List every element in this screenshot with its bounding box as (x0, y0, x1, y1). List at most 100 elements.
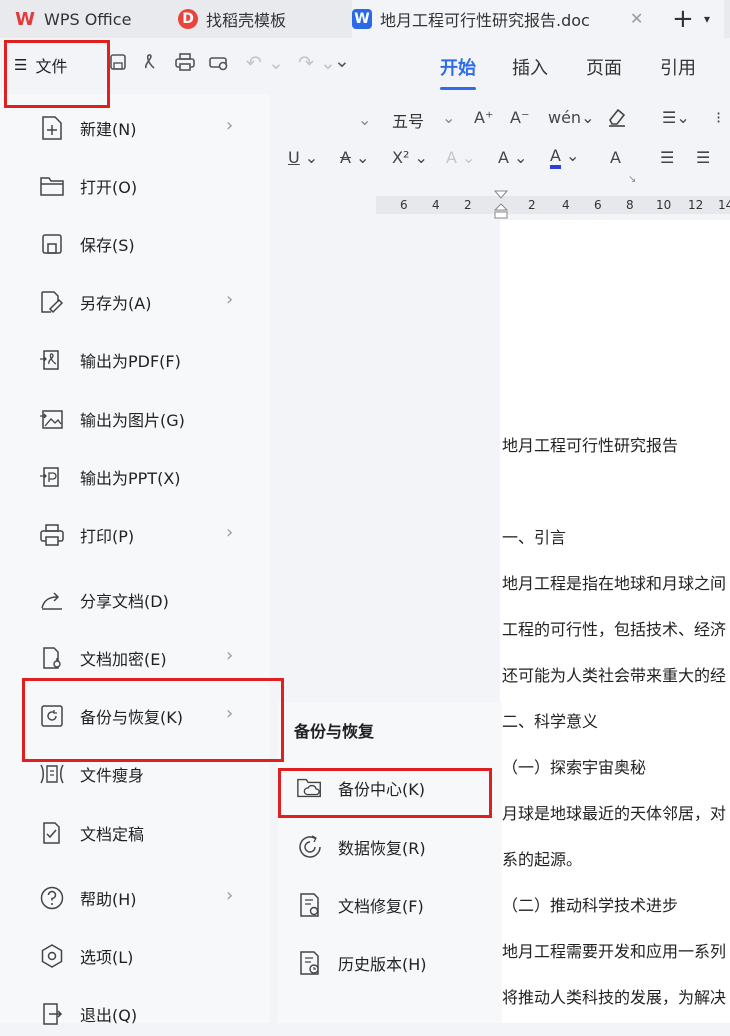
doc-heading: 一、引言 (502, 528, 567, 547)
ruler-tick: 6 (400, 198, 408, 212)
doc-subheading: （一）探索宇宙奥秘 (502, 758, 647, 777)
highlight-box-backup-restore (22, 678, 284, 762)
history-version-icon (296, 949, 324, 977)
font-color-icon[interactable]: A ⌄ (550, 146, 579, 169)
menu-item-export-ppt[interactable]: 输出为PPT(X) (22, 455, 262, 499)
tab-label: 地月工程可行性研究报告.doc (380, 11, 590, 30)
clear-format-icon[interactable] (606, 106, 628, 128)
tab-reference[interactable]: 引用 (660, 54, 696, 80)
chevron-right-icon: › (226, 522, 234, 543)
chevron-right-icon: › (226, 885, 234, 906)
doc-paragraph-line: 还可能为人类社会带来重大的经 (502, 666, 727, 685)
doc-paragraph-line: 地月工程需要开发和应用一系列 (502, 942, 727, 961)
menu-item-open[interactable]: 打开(O) (22, 164, 262, 208)
save-as-icon (38, 288, 66, 316)
doc-heading: 二、科学意义 (502, 712, 599, 731)
menu-item-share[interactable]: 分享文档(D) (22, 578, 262, 622)
ruler-tick: 6 (594, 198, 602, 212)
share-icon (38, 586, 66, 614)
superscript-icon[interactable]: X² ⌄ (392, 148, 428, 167)
tab-label: 找稻壳模板 (206, 11, 287, 30)
menu-item-encrypt[interactable]: 文档加密(E) › (22, 636, 262, 680)
ruler-tick: 2 (528, 198, 536, 212)
doc-title: 地月工程可行性研究报告 (502, 436, 679, 455)
highlight-icon[interactable]: A ⌄ (498, 148, 527, 167)
export-image-icon (38, 405, 66, 433)
menu-item-exit[interactable]: 退出(Q) (22, 992, 262, 1036)
char-shading-icon[interactable]: A (610, 148, 621, 167)
menu-item-print[interactable]: 打印(P) › (22, 513, 262, 557)
highlight-box-file-menu (4, 40, 110, 108)
tab-page[interactable]: 页面 (586, 54, 622, 80)
text-effect-icon[interactable]: A ⌄ (446, 148, 475, 167)
new-file-icon (38, 114, 66, 142)
new-tab-plus-icon[interactable]: + (672, 4, 694, 34)
horizontal-ruler[interactable]: 6 4 2 2 4 6 8 10 12 14 (270, 190, 730, 220)
tab-close-icon[interactable]: ✕ (630, 9, 643, 28)
undo-icon[interactable]: ↶ ⌄ (246, 52, 284, 74)
align-center-icon[interactable]: ☰ (696, 148, 710, 167)
doc-repair-icon (296, 891, 324, 919)
save-icon (38, 230, 66, 258)
menu-item-save-as[interactable]: 另存为(A) › (22, 280, 262, 324)
word-doc-icon: W (352, 9, 372, 29)
encrypt-icon (38, 644, 66, 672)
tab-home[interactable]: 开始 (440, 54, 476, 90)
tab-wps-office[interactable]: W WPS Office (14, 0, 131, 38)
doc-paragraph-line: 月球是地球最近的天体邻居，对 (502, 804, 727, 823)
redo-icon[interactable]: ↷ ⌄ (298, 52, 336, 74)
tab-label: WPS Office (44, 9, 132, 29)
wps-logo-icon: W (15, 8, 35, 30)
doc-subheading: （二）推动科学技术进步 (502, 896, 679, 915)
font-size-select[interactable]: 五号 ⌄ (378, 106, 458, 132)
font-dialog-launcher-icon[interactable]: ↘ (628, 174, 636, 185)
ruler-tick: 8 (626, 198, 634, 212)
ruler-tick: 2 (464, 198, 472, 212)
tab-insert[interactable]: 插入 (512, 54, 548, 80)
ruler-tick: 10 (656, 198, 672, 212)
align-left-icon[interactable]: ☰ (660, 148, 674, 167)
menu-item-export-pdf[interactable]: 输出为PDF(F) (22, 338, 262, 382)
submenu-item-doc-repair[interactable]: 文档修复(F) (278, 883, 488, 927)
submenu-item-data-recovery[interactable]: 数据恢复(R) (278, 825, 488, 869)
numbered-list-icon[interactable]: ⁝ (716, 108, 721, 127)
menu-item-help[interactable]: 帮助(H) › (22, 876, 262, 920)
tab-bar: W WPS Office D 找稻壳模板 W 地月工程可行性研究报告.doc ✕… (0, 0, 730, 38)
menu-item-export-image[interactable]: 输出为图片(G) (22, 397, 262, 441)
tab-daoke-templates[interactable]: D 找稻壳模板 (178, 0, 286, 38)
menu-item-save[interactable]: 保存(S) (22, 222, 262, 266)
bullet-list-icon[interactable]: ☰⌄ (662, 108, 690, 127)
shrink-font-icon[interactable]: A⁻ (510, 108, 529, 127)
save-quick-icon[interactable] (108, 52, 128, 72)
print-preview-icon[interactable] (208, 52, 230, 72)
submenu-item-history-version[interactable]: 历史版本(H) (278, 941, 488, 985)
menu-item-finalize[interactable]: 文档定稿 (22, 811, 262, 855)
slim-file-icon (38, 760, 66, 788)
print-quick-icon[interactable] (174, 52, 196, 72)
chevron-right-icon: › (226, 645, 234, 666)
tab-list-chevron-icon[interactable]: ▾ (704, 12, 710, 26)
underline-icon[interactable]: U ⌄ (288, 148, 318, 167)
chevron-right-icon: › (226, 115, 234, 136)
options-icon (38, 942, 66, 970)
quick-access-more-icon[interactable]: ⌄ (334, 50, 350, 72)
export-ppt-icon (38, 463, 66, 491)
menu-item-options[interactable]: 选项(L) (22, 934, 262, 978)
doc-paragraph-line: 地月工程是指在地球和月球之间 (502, 574, 727, 593)
indent-marker-icon[interactable] (494, 190, 508, 220)
tab-document[interactable]: W 地月工程可行性研究报告.doc (352, 0, 724, 38)
menu-item-new[interactable]: 新建(N) › (22, 106, 262, 150)
font-name-dropdown-chevron-icon[interactable]: ⌄ (358, 110, 371, 129)
doc-paragraph-line: 工程的可行性，包括技术、经济 (502, 620, 727, 639)
open-folder-icon (38, 172, 66, 200)
pdf-quick-icon[interactable] (140, 52, 160, 72)
chevron-down-icon: ⌄ (442, 108, 456, 127)
grow-font-icon[interactable]: A⁺ (474, 108, 493, 127)
pinyin-guide-icon[interactable]: wén⌄ (548, 108, 594, 127)
export-pdf-icon (38, 346, 66, 374)
strikethrough-icon[interactable]: A ⌄ (340, 148, 369, 167)
ruler-tick: 4 (432, 198, 440, 212)
help-icon (38, 884, 66, 912)
chevron-right-icon: › (226, 289, 234, 310)
ribbon-home: ⌄ 五号 ⌄ A⁺ A⁻ wén⌄ ☰⌄ ⁝ U ⌄ A ⌄ X² ⌄ A ⌄ … (270, 94, 730, 190)
